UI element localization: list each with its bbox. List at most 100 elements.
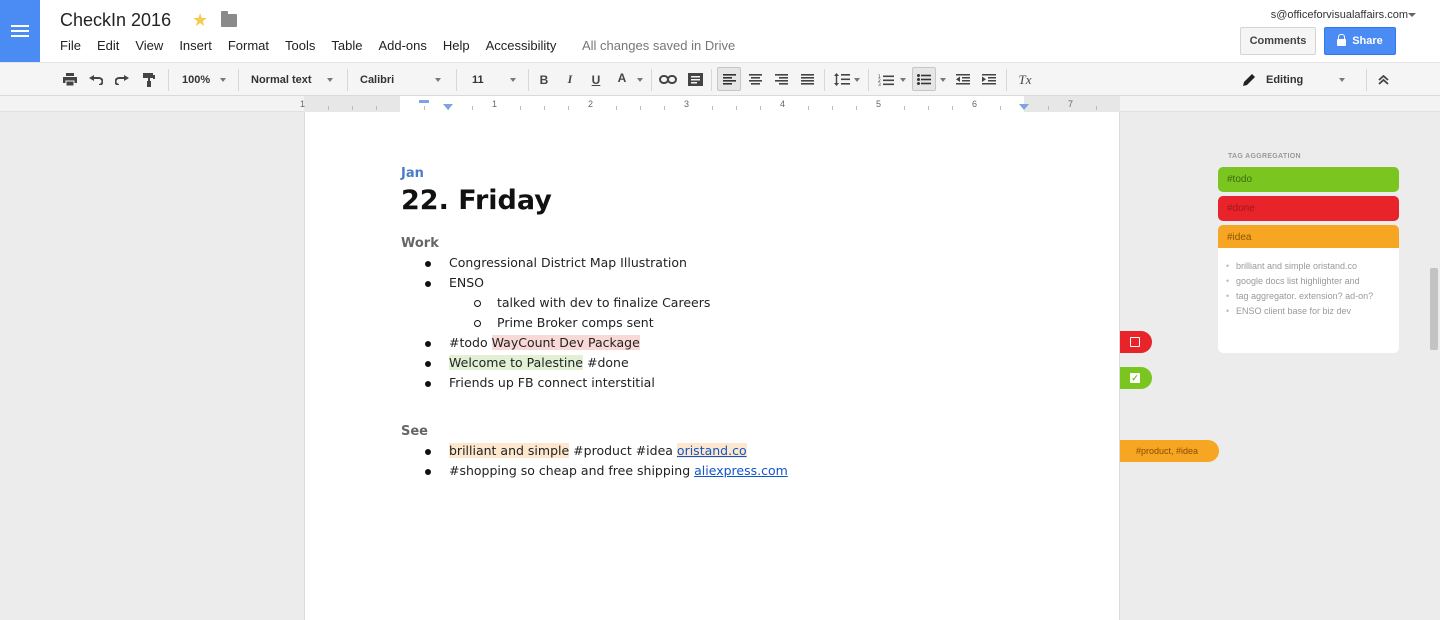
toolbar-divider: [868, 69, 869, 91]
header: CheckIn 2016 ★ File Edit View Insert For…: [0, 0, 1440, 62]
clear-formatting-icon[interactable]: Tx: [1014, 63, 1036, 96]
menu-help[interactable]: Help: [443, 38, 470, 53]
line-spacing-icon[interactable]: [830, 63, 864, 96]
checkbox-empty-icon: [1130, 337, 1140, 347]
list-item-text: Congressional District Map Illustration: [449, 255, 687, 270]
menu-view[interactable]: View: [135, 38, 163, 53]
bullet-icon: [425, 381, 431, 387]
ruler-number: 2: [588, 99, 594, 109]
menu-file[interactable]: File: [60, 38, 81, 53]
bullet-icon: [425, 449, 431, 455]
left-indent-marker[interactable]: [443, 104, 453, 110]
list-item-text: brilliant and simple #product #idea oris…: [449, 443, 747, 458]
align-right-icon[interactable]: [770, 63, 792, 96]
chevron-down-icon: [435, 77, 442, 82]
oristand-link[interactable]: oristand.co: [676, 443, 747, 458]
menu-addons[interactable]: Add-ons: [378, 38, 426, 53]
hollow-bullet-icon: [474, 320, 481, 327]
paragraph-style-select[interactable]: Normal text: [251, 63, 335, 96]
toolbar-divider: [651, 69, 652, 91]
account-email[interactable]: s@officeforvisualaffairs.com: [1271, 9, 1408, 21]
scrollbar-thumb[interactable]: [1430, 268, 1438, 350]
menu-bar: File Edit View Insert Format Tools Table…: [60, 38, 572, 53]
comments-button[interactable]: Comments: [1240, 27, 1316, 55]
ruler-number: 1: [300, 99, 306, 109]
redo-icon[interactable]: [112, 63, 132, 96]
share-button[interactable]: Share: [1324, 27, 1396, 55]
tag-todo[interactable]: #todo: [1218, 167, 1399, 192]
highlighted-text: brilliant and simple: [449, 443, 570, 458]
list-item-text: #todo WayCount Dev Package: [449, 335, 640, 350]
chevron-down-icon: [1339, 77, 1346, 82]
highlighted-text: Welcome to Palestine: [449, 355, 583, 370]
link-icon[interactable]: [657, 63, 679, 96]
done-marker[interactable]: ✓: [1120, 367, 1152, 389]
collapse-menu-icon[interactable]: [1372, 63, 1394, 96]
menu-format[interactable]: Format: [228, 38, 269, 53]
menu-table[interactable]: Table: [331, 38, 362, 53]
pencil-icon: [1240, 63, 1258, 96]
aggregation-item[interactable]: google docs list highlighter and: [1226, 274, 1391, 289]
menu-insert[interactable]: Insert: [179, 38, 212, 53]
idea-marker-label: #product, #idea: [1136, 446, 1199, 456]
list-item-text: Friends up FB connect interstitial: [449, 375, 655, 390]
ruler-number: 5: [876, 99, 882, 109]
italic-button[interactable]: I: [560, 63, 580, 96]
text-color-button[interactable]: A: [611, 63, 633, 96]
aliexpress-link[interactable]: aliexpress.com: [694, 463, 788, 478]
docs-logo-icon[interactable]: [0, 0, 40, 62]
idea-marker[interactable]: #product, #idea: [1120, 440, 1219, 462]
document-page[interactable]: Jan 22. Friday Work Congressional Distri…: [304, 112, 1120, 620]
align-justify-icon[interactable]: [796, 63, 818, 96]
first-line-indent-marker[interactable]: [419, 100, 429, 103]
decrease-indent-icon[interactable]: [952, 63, 974, 96]
align-center-icon[interactable]: [744, 63, 766, 96]
aggregation-item[interactable]: ENSO client base for biz dev: [1226, 304, 1391, 319]
menu-tools[interactable]: Tools: [285, 38, 315, 53]
chevron-down-icon[interactable]: [635, 63, 645, 96]
print-icon[interactable]: [60, 63, 80, 96]
align-left-icon[interactable]: [717, 67, 741, 91]
underline-button[interactable]: U: [586, 63, 606, 96]
increase-indent-icon[interactable]: [978, 63, 1000, 96]
comment-icon[interactable]: [685, 63, 705, 96]
ruler-number: 7: [1068, 99, 1074, 109]
menu-edit[interactable]: Edit: [97, 38, 119, 53]
bold-button[interactable]: B: [534, 63, 554, 96]
chevron-down-icon[interactable]: [937, 63, 949, 96]
folder-icon[interactable]: [221, 11, 237, 27]
day-heading: 22. Friday: [401, 185, 552, 216]
todo-tag: #todo: [449, 335, 488, 350]
editing-mode-select[interactable]: Editing: [1266, 63, 1356, 96]
section-see: See: [401, 424, 428, 439]
undo-icon[interactable]: [86, 63, 106, 96]
zoom-select[interactable]: 100%: [182, 63, 230, 96]
ruler[interactable]: 1 1 2 3 4 5 6 7: [0, 96, 1440, 112]
menu-accessibility[interactable]: Accessibility: [486, 38, 557, 53]
list-item-text: #shopping so cheap and free shipping ali…: [449, 463, 788, 478]
highlighted-text: WayCount Dev Package: [491, 335, 640, 350]
tag-aggregation-list: brilliant and simple oristand.co google …: [1218, 248, 1399, 353]
ruler-number: 6: [972, 99, 978, 109]
document-title[interactable]: CheckIn 2016: [60, 10, 171, 31]
star-icon[interactable]: ★: [192, 10, 208, 31]
numbered-list-icon[interactable]: 123: [874, 63, 910, 96]
paragraph-style-value: Normal text: [251, 73, 312, 86]
right-indent-marker[interactable]: [1019, 104, 1029, 110]
toolbar-divider: [1366, 69, 1367, 91]
paint-format-icon[interactable]: [139, 63, 159, 96]
bulleted-list-icon[interactable]: [912, 67, 936, 91]
tag-idea[interactable]: #idea: [1218, 225, 1399, 250]
save-status[interactable]: All changes saved in Drive: [582, 38, 735, 53]
aggregation-item[interactable]: brilliant and simple oristand.co: [1226, 259, 1391, 274]
toolbar: 100% Normal text Calibri 11 B I U A 1 2 …: [0, 62, 1440, 96]
aggregation-item[interactable]: tag aggregator. extension? ad-on?: [1226, 289, 1391, 304]
todo-marker[interactable]: [1120, 331, 1152, 353]
chevron-down-icon[interactable]: [1408, 13, 1416, 17]
done-tag: #done: [586, 355, 629, 370]
font-size-select[interactable]: 11: [472, 63, 522, 96]
tag-done[interactable]: #done: [1218, 196, 1399, 221]
bullet-icon: [425, 281, 431, 287]
toolbar-divider: [456, 69, 457, 91]
font-select[interactable]: Calibri: [360, 63, 444, 96]
